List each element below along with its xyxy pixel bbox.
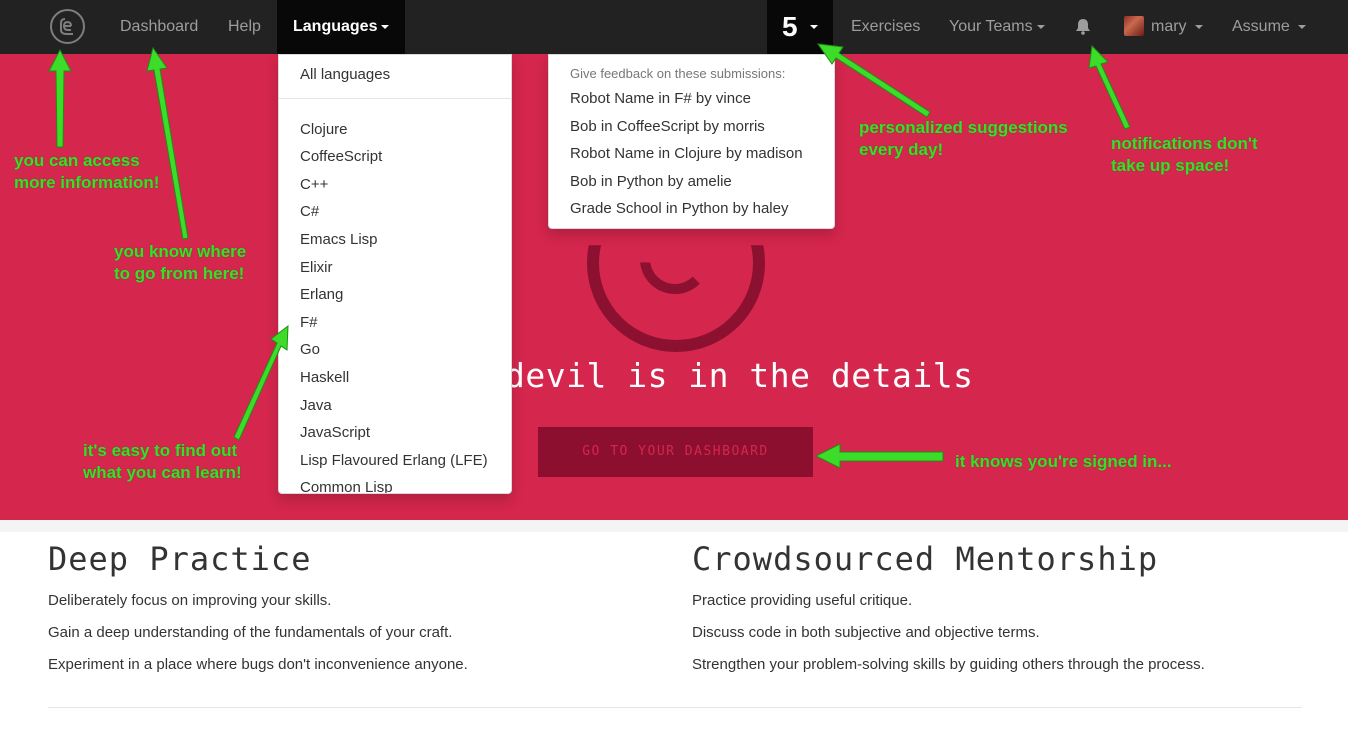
dropdown-divider — [279, 98, 511, 99]
dropdown-item-language[interactable]: Clojure — [300, 121, 348, 138]
dropdown-item-language[interactable]: Emacs Lisp — [300, 231, 378, 248]
dropdown-item-language[interactable]: Lisp Flavoured Erlang (LFE) — [300, 452, 488, 469]
exercism-logo-icon[interactable] — [50, 9, 85, 44]
deep-practice-title: Deep Practice — [48, 540, 312, 578]
nav-languages-label: Languages — [293, 18, 378, 35]
nav-assume[interactable]: Assume — [1232, 0, 1307, 54]
feature-line: Strengthen your problem-solving skills b… — [692, 656, 1205, 673]
annotation-dashboard: you know where to go from here! — [114, 241, 246, 285]
dropdown-item-language[interactable]: Java — [300, 397, 332, 414]
annotation-line: every day! — [859, 140, 944, 159]
dropdown-item-language[interactable]: CoffeeScript — [300, 148, 382, 165]
annotation-line: what you can learn! — [83, 463, 242, 482]
nav-languages[interactable]: Languages — [277, 0, 406, 54]
nav-help[interactable]: Help — [228, 0, 261, 54]
dropdown-item-language[interactable]: Elixir — [300, 259, 333, 276]
bell-icon[interactable] — [1075, 18, 1091, 35]
nav-user-label: mary — [1151, 18, 1187, 35]
nav-assume-label: Assume — [1232, 18, 1290, 35]
dropdown-item-language[interactable]: F# — [300, 314, 318, 331]
dropdown-item-language[interactable]: JavaScript — [300, 424, 370, 441]
chevron-down-icon — [1195, 24, 1204, 29]
dropdown-header: Give feedback on these submissions: — [570, 66, 786, 81]
nav-your-teams[interactable]: Your Teams — [949, 0, 1045, 54]
annotation-notifications: notifications don't take up space! — [1111, 133, 1258, 177]
annotation-line: notifications don't — [1111, 134, 1258, 153]
annotation-logo: you can access more information! — [14, 150, 159, 194]
dropdown-item-language[interactable]: Erlang — [300, 286, 343, 303]
suggestions-dropdown: Give feedback on these submissions: Robo… — [548, 54, 835, 229]
suggestions-counter[interactable]: 5 — [767, 0, 833, 54]
dropdown-item-language[interactable]: C# — [300, 203, 319, 220]
annotation-line: to go from here! — [114, 264, 245, 283]
languages-dropdown: All languages Clojure CoffeeScript C++ C… — [278, 54, 512, 494]
dropdown-item-submission[interactable]: Bob in Python by amelie — [570, 173, 732, 190]
nav-dashboard[interactable]: Dashboard — [120, 0, 198, 54]
annotation-line: take up space! — [1111, 156, 1230, 175]
chevron-down-icon — [1036, 24, 1045, 29]
annotation-line: more information! — [14, 173, 160, 192]
nav-exercises[interactable]: Exercises — [851, 0, 920, 54]
hero-tagline: devil is in the details — [505, 356, 974, 395]
annotation-line: personalized suggestions — [859, 118, 1068, 137]
dropdown-item-language[interactable]: C++ — [300, 176, 328, 193]
dropdown-item-submission[interactable]: Grade School in Python by haley — [570, 200, 788, 217]
go-to-dashboard-button[interactable]: GO TO YOUR DASHBOARD — [538, 427, 813, 477]
suggestion-count: 5 — [782, 11, 798, 42]
annotation-line: it's easy to find out — [83, 441, 238, 460]
section-divider — [0, 520, 1348, 532]
nav-your-teams-label: Your Teams — [949, 18, 1033, 35]
chevron-down-icon — [810, 25, 818, 29]
nav-user-menu[interactable]: mary — [1151, 0, 1204, 54]
feature-line: Discuss code in both subjective and obje… — [692, 624, 1040, 641]
feature-line: Practice providing useful critique. — [692, 592, 913, 609]
top-navbar: Dashboard Help Languages 5 Exercises You… — [0, 0, 1348, 54]
dropdown-item-submission[interactable]: Robot Name in F# by vince — [570, 90, 751, 107]
feature-line: Gain a deep understanding of the fundame… — [48, 624, 453, 641]
crowdsourced-mentorship-title: Crowdsourced Mentorship — [692, 540, 1159, 578]
chevron-down-icon — [381, 24, 390, 29]
dropdown-item-language[interactable]: Go — [300, 341, 320, 358]
annotation-suggestions: personalized suggestions every day! — [859, 117, 1068, 161]
feature-line: Deliberately focus on improving your ski… — [48, 592, 332, 609]
bottom-divider — [48, 707, 1302, 708]
dropdown-item-language[interactable]: Common Lisp — [300, 479, 393, 493]
annotation-languages: it's easy to find out what you can learn… — [83, 440, 242, 484]
user-avatar[interactable] — [1124, 16, 1144, 36]
dropdown-item-all-languages[interactable]: All languages — [300, 66, 390, 83]
annotation-line: you know where — [114, 242, 247, 261]
annotation-line: you can access — [14, 151, 140, 170]
dropdown-item-submission[interactable]: Robot Name in Clojure by madison — [570, 145, 803, 162]
dropdown-item-submission[interactable]: Bob in CoffeeScript by morris — [570, 118, 765, 135]
annotation-signed-in: it knows you're signed in... — [955, 452, 1172, 471]
chevron-down-icon — [1298, 24, 1307, 29]
dropdown-item-language[interactable]: Haskell — [300, 369, 349, 386]
feature-line: Experiment in a place where bugs don't i… — [48, 656, 468, 673]
